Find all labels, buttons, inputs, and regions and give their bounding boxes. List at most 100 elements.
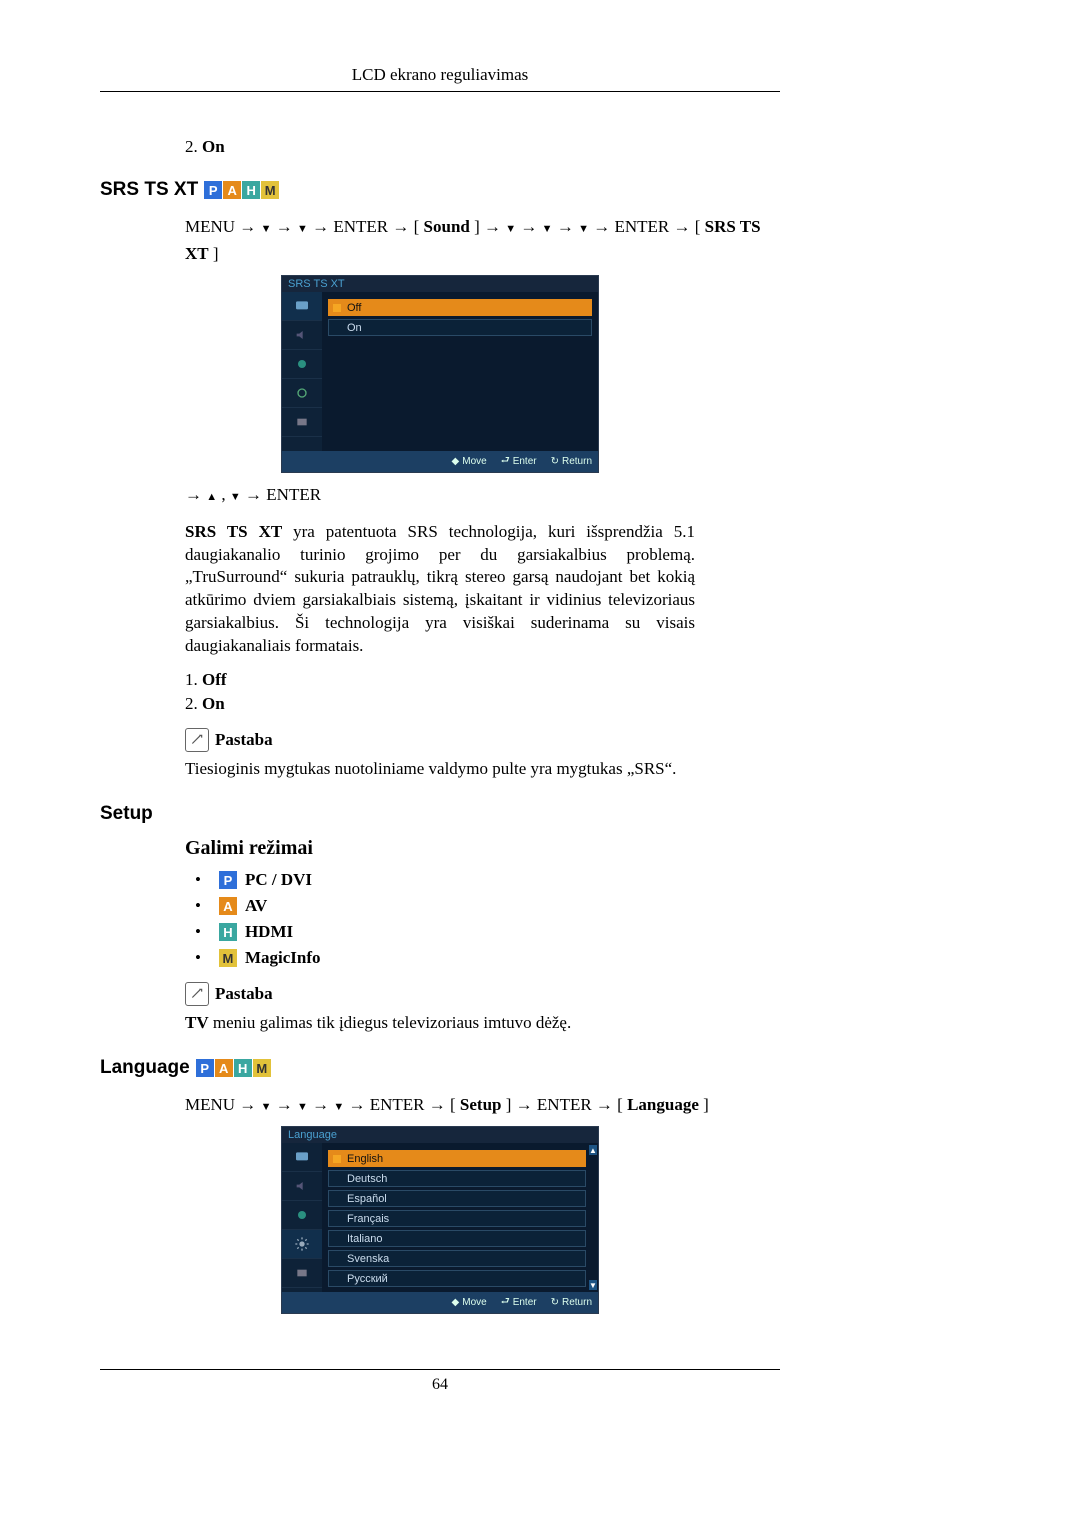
osd-foot-return: ↻ Return — [551, 1294, 592, 1311]
badge-a-icon: A — [215, 1059, 233, 1077]
arrow-down-icon — [505, 217, 516, 236]
modes-subheading: Galimi režimai — [185, 837, 780, 860]
desc-bold: SRS TS XT — [185, 522, 282, 541]
menu-path-srs: MENU → → → ENTER → [ Sound ] → → → → ENT… — [185, 213, 780, 267]
osd-option: Deutsch — [328, 1170, 586, 1187]
osd-tab-gear-icon — [282, 379, 322, 408]
mode-item: H HDMI — [195, 922, 780, 942]
section-heading-language: Language P A H M — [100, 1057, 780, 1079]
menu-path-language: MENU → → → → ENTER → [ Setup ] → ENTER →… — [185, 1091, 780, 1118]
mode-item: P PC / DVI — [195, 870, 780, 890]
note-rest: meniu galimas tik įdiegus televizoriaus … — [209, 1013, 572, 1032]
path-text: ] — [213, 244, 219, 263]
mode-label: PC / DVI — [245, 870, 312, 890]
path-text: ] — [703, 1095, 709, 1114]
osd-foot-enter: ⮐ Enter — [501, 453, 537, 470]
osd-sidebar — [282, 1143, 322, 1292]
bullet-icon — [195, 948, 211, 968]
osd-body: Off On — [282, 292, 598, 451]
osd-sidebar — [282, 292, 322, 451]
arrow-down-icon — [297, 217, 308, 236]
text: , — [221, 485, 230, 504]
path-text: → — [312, 1095, 333, 1114]
label: Return — [562, 456, 592, 467]
osd-foot-return: ↻ Return — [551, 453, 592, 470]
badge-p-icon: P — [204, 181, 222, 199]
note-bold: TV — [185, 1013, 209, 1032]
path-text: → ENTER → [ — [312, 217, 419, 236]
badge-h-icon: H — [242, 181, 260, 199]
note-text-setup: TV meniu galimas tik įdiegus televizoria… — [185, 1012, 695, 1035]
path-bold: Sound — [424, 217, 470, 236]
osd-option: Svenska — [328, 1250, 586, 1267]
heading-text: Language — [100, 1057, 190, 1079]
badge-m-icon: M — [261, 181, 279, 199]
arrow-down-icon — [261, 1095, 272, 1114]
osd-main: Off On — [322, 292, 598, 451]
nav-line-srs: → , → ENTER — [185, 481, 780, 508]
text: → ENTER — [245, 485, 321, 504]
mode-badge-icon: A — [219, 897, 237, 915]
scroll-up-icon: ▲ — [589, 1145, 597, 1155]
osd-option-label: Español — [347, 1193, 387, 1205]
path-text: MENU → — [185, 217, 261, 236]
bullet-icon — [195, 870, 211, 890]
osd-screenshot-language: Language ▲ English Deutsch Español Français… — [100, 1126, 780, 1314]
mode-badge-icon: H — [219, 923, 237, 941]
osd-foot-move: ◆ Move — [452, 1294, 487, 1311]
arrow-down-icon — [297, 1095, 308, 1114]
label: Move — [462, 456, 486, 467]
desc-text: yra patentuota SRS technologija, kuri iš… — [185, 522, 695, 656]
path-text: → — [557, 217, 574, 236]
mode-label: MagicInfo — [245, 948, 321, 968]
note-icon — [185, 728, 209, 752]
badge-m-icon: M — [253, 1059, 271, 1077]
mode-item: A AV — [195, 896, 780, 916]
list-label: On — [202, 137, 225, 156]
osd-option: Русский — [328, 1270, 586, 1287]
list-number: 1. — [185, 670, 198, 689]
osd-option: Español — [328, 1190, 586, 1207]
osd-title: SRS TS XT — [282, 276, 598, 292]
list-label: On — [202, 694, 225, 713]
osd-tab-sound-icon — [282, 1172, 322, 1201]
list-number: 2. — [185, 694, 198, 713]
srs-list-item-2: 2. On — [185, 694, 780, 714]
osd-screenshot-srs: SRS TS XT Off On ◆ Move ⮐ Enter ↻ Return — [100, 275, 780, 473]
mode-label: HDMI — [245, 922, 293, 942]
badge-p-icon: P — [196, 1059, 214, 1077]
path-bold: Language — [627, 1095, 699, 1114]
osd-tab-circle-icon — [282, 1201, 322, 1230]
bullet-icon — [195, 896, 211, 916]
mode-badge-icon: M — [219, 949, 237, 967]
list-label: Off — [202, 670, 227, 689]
note-text-srs: Tiesioginis mygtukas nuotoliniame valdym… — [185, 758, 695, 781]
check-icon — [333, 304, 341, 312]
path-text: MENU → — [185, 1095, 261, 1114]
mode-badge-icon: P — [219, 871, 237, 889]
path-bold: Setup — [460, 1095, 502, 1114]
text: → — [185, 485, 206, 504]
osd-option-label: Italiano — [347, 1233, 382, 1245]
osd-option-label: Français — [347, 1213, 389, 1225]
osd-title: Language — [282, 1127, 598, 1143]
note-icon — [185, 982, 209, 1006]
check-icon — [333, 1155, 341, 1163]
osd-option-off: Off — [328, 299, 592, 316]
path-text: → — [276, 217, 297, 236]
mode-badges: P A H M — [196, 1059, 271, 1077]
osd-option-label: English — [347, 1153, 383, 1165]
osd-option-on: On — [328, 319, 592, 336]
arrow-up-icon — [206, 485, 217, 504]
intro-list-item-2: 2. On — [185, 137, 780, 157]
osd-foot-move: ◆ Move — [452, 453, 487, 470]
bullet-icon — [195, 922, 211, 942]
osd-option-label: On — [347, 322, 362, 334]
osd-option: English — [328, 1150, 586, 1167]
path-text: → — [520, 217, 537, 236]
badge-a-icon: A — [223, 181, 241, 199]
osd-panel: SRS TS XT Off On ◆ Move ⮐ Enter ↻ Return — [281, 275, 599, 473]
srs-description: SRS TS XT yra patentuota SRS technologij… — [185, 521, 695, 659]
osd-option-label: Svenska — [347, 1253, 389, 1265]
note-label: Pastaba — [215, 730, 273, 750]
